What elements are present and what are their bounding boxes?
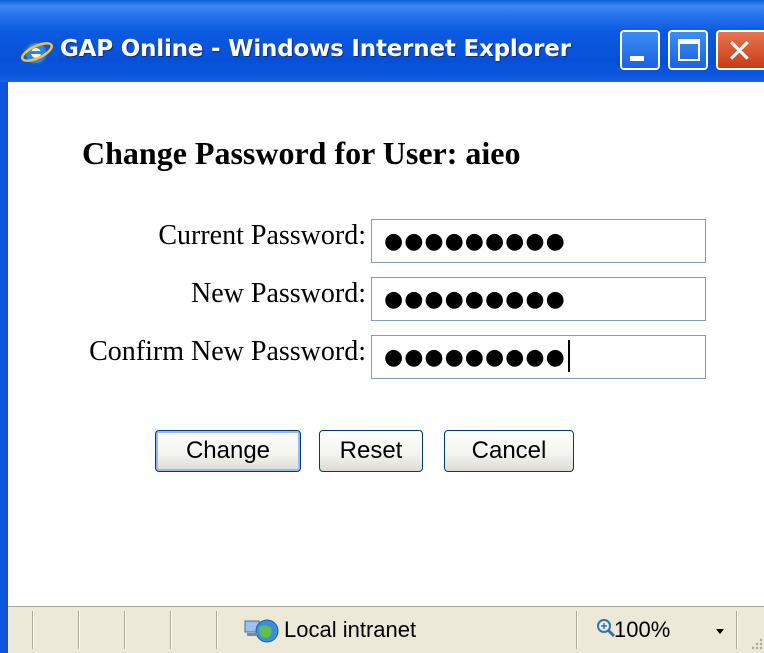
reset-button[interactable]: Reset xyxy=(319,430,423,472)
current-password-field[interactable]: ●●●●●●●●● xyxy=(371,219,706,263)
status-bar: Local intranet 100% xyxy=(8,606,764,653)
maximize-button[interactable] xyxy=(668,30,708,70)
window-title: GAP Online - Windows Internet Explorer xyxy=(60,36,571,62)
ie-logo-icon xyxy=(21,41,53,65)
minimize-button[interactable] xyxy=(620,30,660,70)
close-button[interactable]: ✕ xyxy=(716,30,764,70)
confirm-password-label: Confirm New Password: xyxy=(89,336,366,367)
maximize-icon xyxy=(678,39,700,61)
page-title: Change Password for User: aieo xyxy=(82,135,521,171)
status-separator xyxy=(736,611,738,649)
change-button[interactable]: Change xyxy=(155,430,301,472)
chevron-down-icon[interactable] xyxy=(716,629,724,634)
new-password-value: ●●●●●●●●● xyxy=(384,287,566,312)
close-icon: ✕ xyxy=(726,32,753,70)
text-caret xyxy=(567,340,570,372)
status-separator xyxy=(32,611,34,649)
current-password-value: ●●●●●●●●● xyxy=(384,229,566,254)
security-zone: Local intranet xyxy=(284,617,417,642)
status-separator xyxy=(78,611,80,649)
title-bar[interactable]: GAP Online - Windows Internet Explorer ✕ xyxy=(0,0,764,82)
cancel-button[interactable]: Cancel xyxy=(444,430,574,472)
local-intranet-icon xyxy=(244,619,279,643)
confirm-password-value: ●●●●●●●●● xyxy=(384,345,566,370)
zoom-level[interactable]: 100% xyxy=(614,617,670,643)
new-password-label: New Password: xyxy=(191,278,366,309)
minimize-icon xyxy=(630,56,644,61)
status-separator xyxy=(576,611,578,649)
new-password-field[interactable]: ●●●●●●●●● xyxy=(371,277,706,321)
confirm-password-field[interactable]: ●●●●●●●●● xyxy=(371,335,706,379)
status-separator xyxy=(216,611,218,649)
resize-grip-icon[interactable] xyxy=(748,631,764,651)
current-password-label: Current Password: xyxy=(158,220,366,251)
status-separator xyxy=(170,611,172,649)
status-separator xyxy=(124,611,126,649)
